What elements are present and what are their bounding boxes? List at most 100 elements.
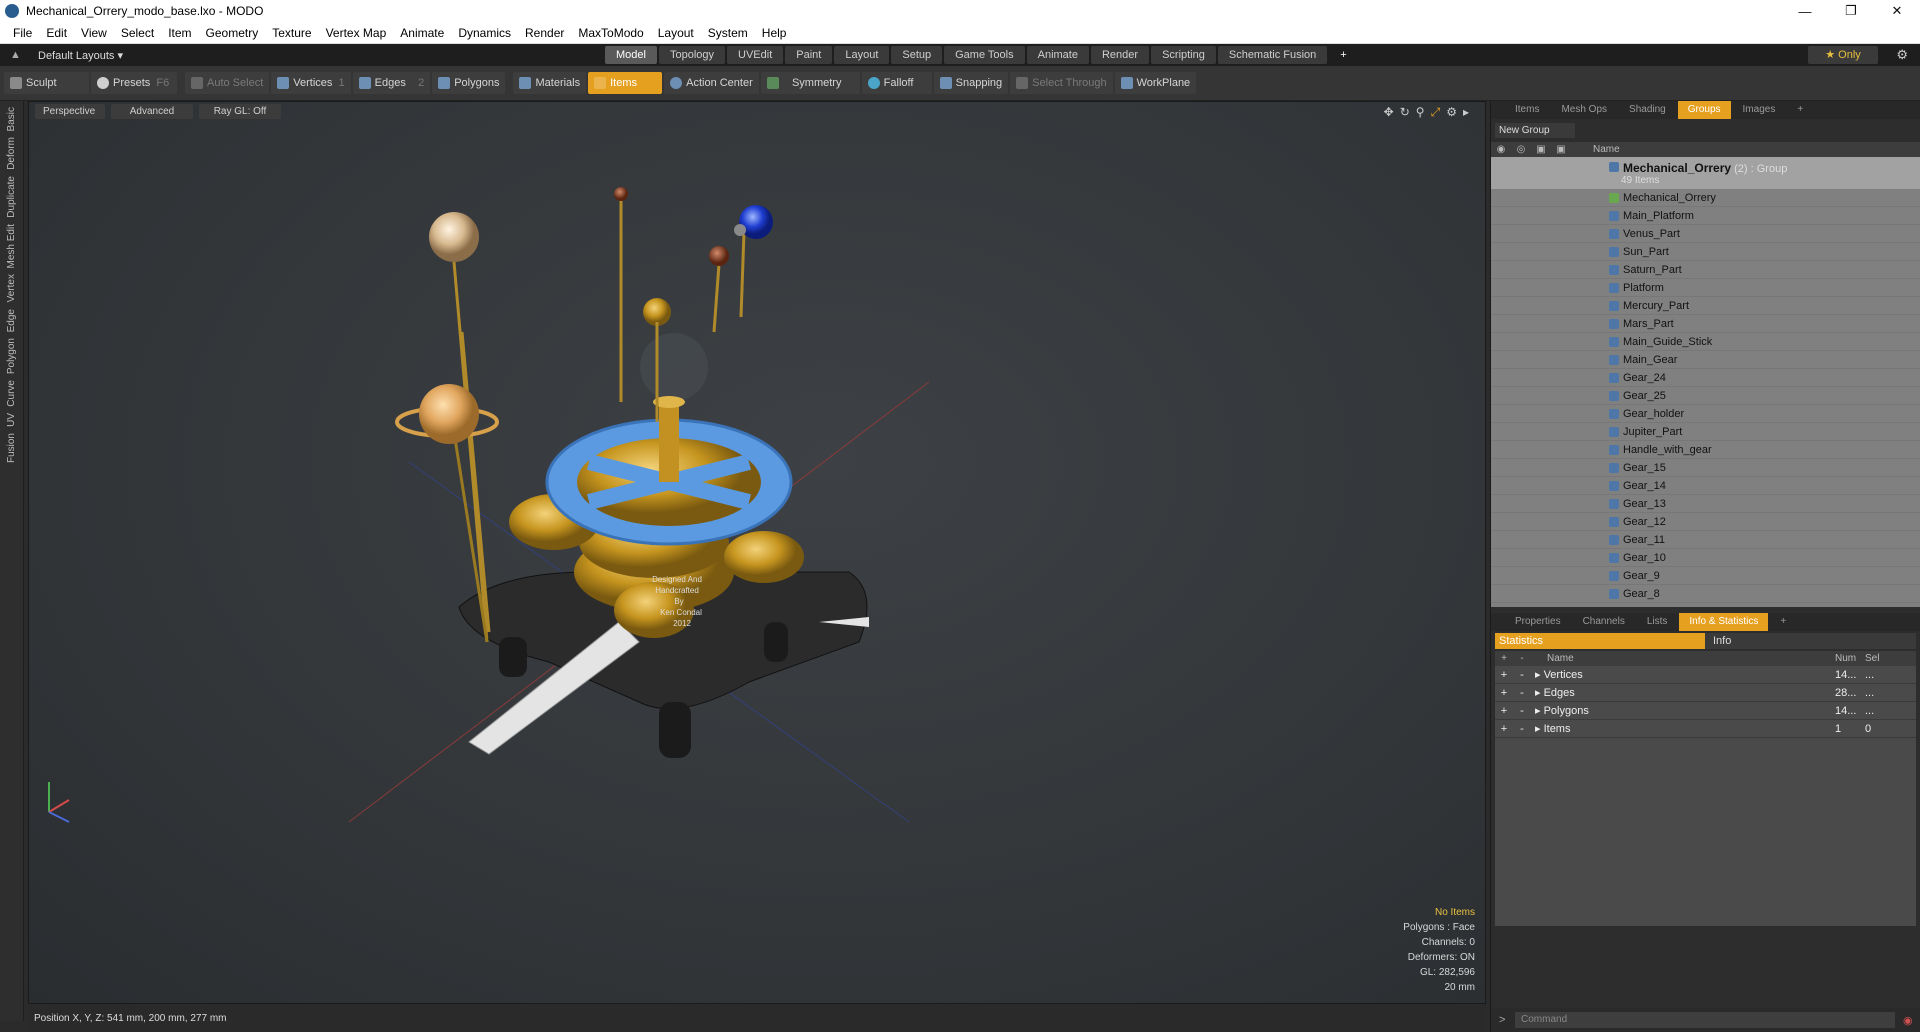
render-icon[interactable]: ◎ [1511, 144, 1531, 155]
side-tab-polygon[interactable]: Polygon [6, 338, 17, 374]
collapse-all-icon[interactable]: - [1513, 653, 1531, 664]
select-icon[interactable]: ▣ [1551, 144, 1571, 155]
vertices-button[interactable]: Vertices 1 [271, 72, 351, 94]
visibility-eye-icon[interactable]: ◉ [1491, 144, 1511, 155]
select-through-button[interactable]: Select Through [1010, 72, 1113, 94]
perspective-dropdown[interactable]: Perspective [35, 104, 105, 119]
sculpt-button[interactable]: Sculpt [4, 72, 89, 94]
tab-render[interactable]: Render [1090, 46, 1150, 64]
table-row[interactable]: + - ▸ Polygons 14...... [1495, 702, 1916, 720]
menu-select[interactable]: Select [114, 26, 161, 40]
tab-groups[interactable]: Groups [1677, 101, 1731, 119]
tab-shading[interactable]: Shading [1619, 101, 1676, 119]
tab-schematic-fusion[interactable]: Schematic Fusion [1217, 46, 1328, 64]
side-tab-vertex[interactable]: Vertex [6, 274, 17, 302]
side-tab-uv[interactable]: UV [6, 413, 17, 427]
menu-texture[interactable]: Texture [265, 26, 318, 40]
tab-info-statistics[interactable]: Info & Statistics [1679, 613, 1769, 631]
minimize-button[interactable]: — [1782, 0, 1828, 22]
menu-geometry[interactable]: Geometry [199, 26, 266, 40]
list-item[interactable]: Gear_25 [1491, 387, 1920, 405]
fit-icon[interactable]: ⤢ [1431, 105, 1441, 120]
menu-animate[interactable]: Animate [393, 26, 451, 40]
expand-all-icon[interactable]: + [1495, 653, 1513, 664]
rotate-icon[interactable]: ↻ [1400, 105, 1410, 120]
zoom-icon[interactable]: ⚲ [1416, 105, 1425, 120]
menu-item[interactable]: Item [161, 26, 198, 40]
layout-expand-icon[interactable]: ▲ [10, 49, 21, 61]
menu-maxtomodo[interactable]: MaxToModo [571, 26, 650, 40]
statistics-tab[interactable]: Statistics [1495, 633, 1705, 649]
side-tab-basic[interactable]: Basic [6, 107, 17, 131]
list-item[interactable]: Mechanical_Orrery [1491, 189, 1920, 207]
menu-system[interactable]: System [701, 26, 755, 40]
tab-images[interactable]: Images [1733, 101, 1786, 119]
list-item[interactable]: Saturn_Part [1491, 261, 1920, 279]
list-item[interactable]: Gear_12 [1491, 513, 1920, 531]
menu-file[interactable]: File [6, 26, 39, 40]
side-tab-deform[interactable]: Deform [6, 137, 17, 170]
list-item[interactable]: Mercury_Part [1491, 297, 1920, 315]
tab-game-tools[interactable]: Game Tools [944, 46, 1025, 64]
table-row[interactable]: + - ▸ Items 1 0 [1495, 720, 1916, 738]
snapping-button[interactable]: Snapping [933, 72, 1009, 94]
add-tab-button[interactable]: + [1329, 46, 1357, 64]
falloff-button[interactable]: Falloff [861, 72, 932, 94]
list-item[interactable]: Gear_11 [1491, 531, 1920, 549]
viewport-menu-icon[interactable]: ▸ [1463, 105, 1469, 120]
list-item[interactable]: Venus_Part [1491, 225, 1920, 243]
menu-view[interactable]: View [74, 26, 114, 40]
list-item[interactable]: Gear_9 [1491, 567, 1920, 585]
menu-vertex-map[interactable]: Vertex Map [319, 26, 394, 40]
tab-properties[interactable]: Properties [1505, 613, 1571, 631]
only-toggle[interactable]: ★ Only [1808, 46, 1878, 64]
action-center-button[interactable]: Action Center [664, 72, 759, 94]
tab-layout[interactable]: Layout [834, 46, 890, 64]
edges-button[interactable]: Edges 2 [352, 72, 431, 94]
menu-edit[interactable]: Edit [39, 26, 74, 40]
viewport-settings-icon[interactable]: ⚙ [1446, 105, 1457, 120]
command-input[interactable]: Command [1515, 1012, 1895, 1028]
table-row[interactable]: + - ▸ Edges 28...... [1495, 684, 1916, 702]
list-item[interactable]: Handle_with_gear [1491, 441, 1920, 459]
workplane-button[interactable]: WorkPlane [1114, 72, 1197, 94]
list-item[interactable]: Gear_holder [1491, 405, 1920, 423]
tab-items[interactable]: Items [1505, 101, 1549, 119]
menu-layout[interactable]: Layout [651, 26, 701, 40]
add-panel-tab[interactable]: + [1787, 101, 1813, 119]
materials-button[interactable]: Materials [513, 72, 587, 94]
list-item[interactable]: Main_Gear [1491, 351, 1920, 369]
list-item[interactable]: Gear_14 [1491, 477, 1920, 495]
tab-mesh-ops[interactable]: Mesh Ops [1551, 101, 1617, 119]
list-item[interactable]: Jupiter_Part [1491, 423, 1920, 441]
side-tab-edge[interactable]: Edge [6, 309, 17, 332]
items-button[interactable]: Items [588, 72, 663, 94]
side-tab-curve[interactable]: Curve [6, 380, 17, 407]
list-item[interactable]: Gear_10 [1491, 549, 1920, 567]
pan-icon[interactable]: ✥ [1384, 105, 1394, 120]
side-tab-duplicate[interactable]: Duplicate [6, 176, 17, 218]
menu-dynamics[interactable]: Dynamics [451, 26, 518, 40]
tab-paint[interactable]: Paint [785, 46, 833, 64]
advanced-dropdown[interactable]: Advanced [111, 104, 193, 119]
list-item[interactable]: Main_Guide_Stick [1491, 333, 1920, 351]
info-tab[interactable]: Info [1705, 633, 1916, 649]
tab-topology[interactable]: Topology [658, 46, 726, 64]
lock-icon[interactable]: ▣ [1531, 144, 1551, 155]
list-item[interactable]: Platform [1491, 279, 1920, 297]
tab-setup[interactable]: Setup [891, 46, 943, 64]
list-item[interactable]: Gear_15 [1491, 459, 1920, 477]
restore-button[interactable]: ❐ [1828, 0, 1874, 22]
list-item[interactable]: Gear_24 [1491, 369, 1920, 387]
list-item[interactable]: Gear_13 [1491, 495, 1920, 513]
symmetry-button[interactable]: Symmetry [760, 72, 860, 94]
menu-render[interactable]: Render [518, 26, 571, 40]
table-row[interactable]: + - ▸ Vertices 14...... [1495, 666, 1916, 684]
group-row[interactable]: Mechanical_Orrery (2) : Group 49 Items [1491, 157, 1920, 189]
tab-channels[interactable]: Channels [1573, 613, 1635, 631]
list-item[interactable]: Gear_8 [1491, 585, 1920, 603]
side-tab-fusion[interactable]: Fusion [6, 433, 17, 463]
tab-animate[interactable]: Animate [1026, 46, 1089, 64]
polygons-button[interactable]: Polygons [432, 72, 506, 94]
close-button[interactable]: ✕ [1874, 0, 1920, 22]
